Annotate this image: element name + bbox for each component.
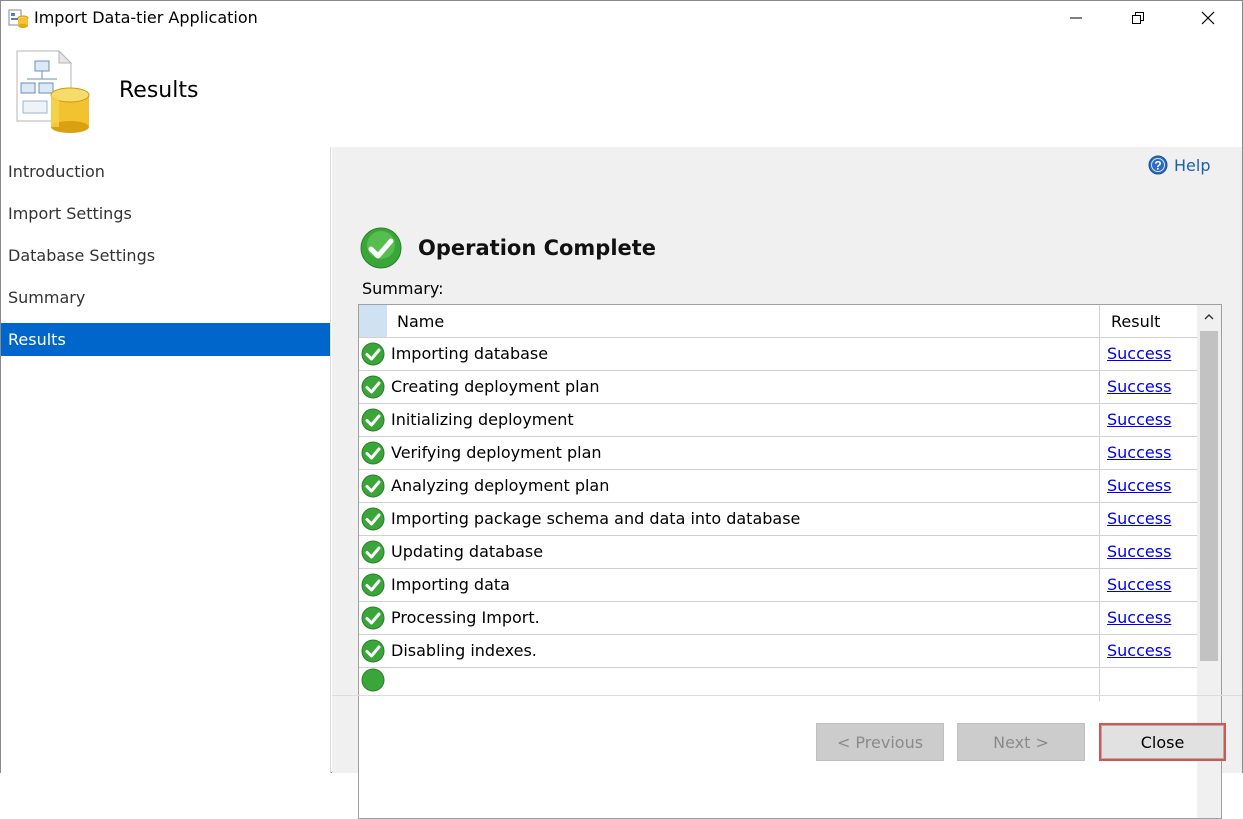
row-name: Importing package schema and data into d… — [391, 509, 801, 528]
nav-item-results[interactable]: Results — [1, 323, 330, 356]
row-result-link[interactable]: Success — [1107, 377, 1171, 396]
close-icon — [1201, 11, 1215, 25]
table-row[interactable]: Updating database Success — [359, 536, 1197, 569]
column-divider — [1099, 635, 1100, 668]
row-result-link[interactable]: Success — [1107, 641, 1171, 660]
previous-button[interactable]: < Previous — [816, 723, 944, 761]
column-header-result[interactable]: Result — [1111, 312, 1160, 331]
success-check-icon — [361, 408, 385, 432]
column-divider — [1099, 569, 1100, 602]
row-name: Processing Import. — [391, 608, 540, 627]
success-check-icon — [361, 375, 385, 399]
row-name: Importing data — [391, 575, 510, 594]
summary-label: Summary: — [362, 279, 444, 298]
row-name: Updating database — [391, 542, 544, 561]
row-name: Analyzing deployment plan — [391, 476, 610, 495]
scroll-thumb[interactable] — [1200, 331, 1218, 661]
table-header: Name Result — [359, 305, 1197, 338]
nav-item-database-settings[interactable]: Database Settings — [1, 239, 330, 272]
success-check-icon — [361, 441, 385, 465]
svg-text:?: ? — [1154, 159, 1161, 173]
footer-divider — [332, 695, 1242, 696]
column-divider — [1099, 668, 1100, 701]
row-result-link[interactable]: Success — [1107, 344, 1171, 363]
column-divider — [1099, 602, 1100, 635]
table-row[interactable]: Verifying deployment plan Success — [359, 437, 1197, 470]
wizard-step-nav: Introduction Import Settings Database Se… — [1, 147, 331, 773]
row-result-link[interactable]: Success — [1107, 575, 1171, 594]
column-divider — [1099, 437, 1100, 470]
scroll-up-button[interactable] — [1197, 305, 1221, 329]
column-divider — [1099, 338, 1100, 371]
page-title: Results — [119, 78, 199, 103]
import-dacpac-window: Import Data-tier Application Results Int… — [0, 0, 1243, 819]
nav-item-introduction[interactable]: Introduction — [1, 155, 330, 188]
close-button[interactable]: Close — [1099, 723, 1226, 761]
success-check-icon — [361, 474, 385, 498]
next-button[interactable]: Next > — [957, 723, 1085, 761]
row-name: Initializing deployment — [391, 410, 574, 429]
row-name: Disabling indexes. — [391, 641, 537, 660]
operation-status: Operation Complete — [360, 227, 656, 269]
help-icon: ? — [1148, 155, 1168, 175]
row-result-link[interactable]: Success — [1107, 509, 1171, 528]
status-title: Operation Complete — [418, 236, 657, 260]
chevron-up-icon — [1204, 314, 1214, 320]
column-divider — [1099, 404, 1100, 437]
row-header-corner — [359, 305, 387, 337]
table-row[interactable]: Importing data Success — [359, 569, 1197, 602]
table-row[interactable]: Creating deployment plan Success — [359, 371, 1197, 404]
success-check-icon — [361, 507, 385, 531]
nav-item-import-settings[interactable]: Import Settings — [1, 197, 330, 230]
restore-icon — [1132, 12, 1144, 24]
help-link[interactable]: ? Help — [1148, 155, 1210, 175]
table-row[interactable]: Processing Import. Success — [359, 602, 1197, 635]
table-row[interactable]: Initializing deployment Success — [359, 404, 1197, 437]
row-result-link[interactable]: Success — [1107, 476, 1171, 495]
success-check-icon — [361, 606, 385, 630]
table-row[interactable]: Analyzing deployment plan Success — [359, 470, 1197, 503]
table-row[interactable]: Importing package schema and data into d… — [359, 503, 1197, 536]
row-result-link[interactable]: Success — [1107, 410, 1171, 429]
row-result-link[interactable]: Success — [1107, 608, 1171, 627]
row-result-link[interactable]: Success — [1107, 443, 1171, 462]
close-window-button[interactable] — [1185, 1, 1231, 35]
success-check-icon — [361, 573, 385, 597]
restore-button[interactable] — [1115, 1, 1161, 35]
column-header-name[interactable]: Name — [397, 312, 444, 331]
column-divider — [1099, 305, 1100, 338]
minimize-icon — [1070, 17, 1082, 19]
title-bar: Import Data-tier Application — [1, 1, 1242, 35]
row-name: Creating deployment plan — [391, 377, 600, 396]
table-row[interactable]: Importing database Success — [359, 338, 1197, 371]
app-icon — [8, 9, 29, 28]
row-result-link[interactable]: Success — [1107, 542, 1171, 561]
success-check-icon — [361, 639, 385, 663]
results-table: Name Result Importing database Success C… — [358, 304, 1222, 819]
table-row[interactable]: Disabling indexes. Success — [359, 635, 1197, 668]
window-title: Import Data-tier Application — [34, 8, 258, 27]
column-divider — [1099, 371, 1100, 404]
table-row-partial — [359, 668, 1197, 701]
minimize-button[interactable] — [1053, 1, 1099, 35]
column-divider — [1099, 503, 1100, 536]
data-tier-application-icon — [16, 49, 90, 133]
help-label: Help — [1174, 155, 1211, 175]
success-check-icon — [361, 540, 385, 564]
success-check-icon — [360, 227, 402, 269]
success-check-icon — [361, 342, 385, 366]
row-name: Verifying deployment plan — [391, 443, 602, 462]
column-divider — [1099, 470, 1100, 503]
column-divider — [1099, 536, 1100, 569]
success-check-icon — [361, 668, 385, 692]
wizard-header: Results — [1, 35, 1242, 147]
nav-item-summary[interactable]: Summary — [1, 281, 330, 314]
results-panel: ? Help Operation Complete Summary: Name … — [332, 147, 1242, 819]
row-name: Importing database — [391, 344, 549, 363]
